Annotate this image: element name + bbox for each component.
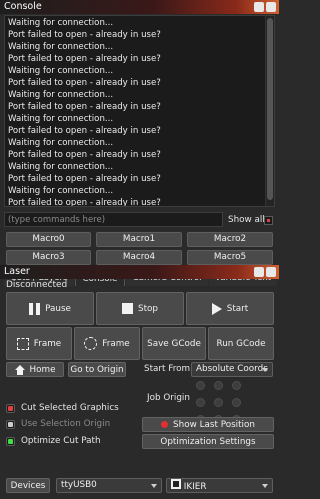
console-line: Waiting for connection... bbox=[8, 42, 114, 52]
connection-status: Disconnected bbox=[6, 280, 68, 290]
laser-titlebar: Laser bbox=[0, 265, 279, 279]
start-icon bbox=[211, 302, 222, 315]
port-value: ttyUSB0 bbox=[61, 480, 97, 490]
float-icon[interactable] bbox=[254, 2, 264, 12]
macro5-button[interactable]: Macro5 bbox=[187, 250, 273, 265]
macro3-button[interactable]: Macro3 bbox=[6, 250, 91, 265]
console-title: Console bbox=[4, 1, 42, 12]
home-label: Home bbox=[29, 364, 56, 375]
origin-middle-left[interactable] bbox=[196, 398, 205, 407]
show-all-checkbox[interactable] bbox=[264, 216, 273, 225]
frame-circle-button[interactable]: Frame bbox=[74, 327, 140, 360]
use-selection-origin-row[interactable]: Use Selection Origin bbox=[6, 418, 110, 430]
laser-title: Laser bbox=[4, 266, 30, 277]
pause-icon bbox=[29, 302, 41, 315]
console-line: Port failed to open - already in use? bbox=[8, 30, 161, 40]
home-icon bbox=[14, 364, 25, 375]
optimization-settings-button[interactable]: Optimization Settings bbox=[142, 434, 274, 449]
frame-circle-label: Frame bbox=[102, 338, 130, 349]
console-line: Waiting for connection... bbox=[8, 18, 114, 28]
console-output[interactable]: Waiting for connection... Port failed to… bbox=[4, 15, 275, 207]
console-line: Port failed to open - already in use? bbox=[8, 150, 161, 160]
machine-select[interactable]: IKIER bbox=[166, 478, 273, 493]
float-icon[interactable] bbox=[254, 267, 264, 277]
console-scrollbar-thumb[interactable] bbox=[267, 18, 273, 200]
port-select[interactable]: ttyUSB0 bbox=[56, 478, 162, 493]
frame-rect-button[interactable]: Frame bbox=[6, 327, 72, 360]
console-line: Waiting for connection... bbox=[8, 114, 114, 124]
console-lines: Waiting for connection... Port failed to… bbox=[8, 17, 266, 207]
pause-label: Pause bbox=[45, 303, 71, 314]
console-line: Port failed to open - already in use? bbox=[8, 102, 161, 112]
use-selection-origin-label: Use Selection Origin bbox=[21, 419, 111, 429]
job-origin-label: Job Origin bbox=[147, 393, 190, 403]
show-last-position-label: Show Last Position bbox=[173, 419, 255, 430]
console-line: Waiting for connection... bbox=[8, 90, 114, 100]
close-icon[interactable] bbox=[266, 267, 276, 277]
laser-window-buttons bbox=[254, 267, 276, 277]
console-panel: Console Waiting for connection... Port f… bbox=[0, 0, 279, 265]
origin-top-right[interactable] bbox=[232, 381, 241, 390]
macro2-button[interactable]: Macro2 bbox=[187, 232, 273, 247]
start-from-value: Absolute Coords bbox=[196, 364, 268, 374]
home-button[interactable]: Home bbox=[6, 362, 64, 377]
console-line: Waiting for connection... bbox=[8, 186, 114, 196]
start-label: Start bbox=[226, 303, 249, 314]
show-last-position-button[interactable]: Show Last Position bbox=[142, 417, 274, 432]
console-line: Port failed to open - already in use? bbox=[8, 198, 161, 207]
frame-circle-icon bbox=[84, 337, 98, 350]
save-gcode-button[interactable]: Save GCode bbox=[142, 327, 206, 360]
macro4-button[interactable]: Macro4 bbox=[96, 250, 182, 265]
pause-button[interactable]: Pause bbox=[6, 292, 94, 325]
console-scrollbar[interactable] bbox=[265, 16, 274, 206]
macro1-button[interactable]: Macro1 bbox=[96, 232, 182, 247]
devices-button[interactable]: Devices bbox=[6, 478, 50, 493]
position-marker-icon bbox=[161, 421, 169, 428]
machine-value: IKIER bbox=[183, 482, 207, 492]
stop-icon bbox=[122, 303, 133, 314]
frame-rect-label: Frame bbox=[33, 338, 62, 349]
chevron-down-icon bbox=[262, 484, 268, 488]
start-button[interactable]: Start bbox=[186, 292, 274, 325]
origin-center[interactable] bbox=[214, 398, 223, 407]
origin-top-left[interactable] bbox=[196, 381, 205, 390]
close-icon[interactable] bbox=[266, 2, 276, 12]
use-selection-origin-checkbox[interactable] bbox=[6, 419, 15, 429]
console-line: Port failed to open - already in use? bbox=[8, 174, 161, 184]
go-to-origin-button[interactable]: Go to Origin bbox=[68, 362, 126, 377]
command-input[interactable] bbox=[4, 212, 223, 227]
console-window-buttons bbox=[254, 2, 276, 12]
chevron-down-icon bbox=[262, 368, 268, 372]
start-from-select[interactable]: Absolute Coords bbox=[191, 362, 273, 377]
start-from-label: Start From: bbox=[144, 364, 194, 374]
frame-rectangle-icon bbox=[16, 337, 29, 350]
origin-top-center[interactable] bbox=[214, 381, 223, 390]
optimize-cut-path-label: Optimize Cut Path bbox=[21, 436, 101, 446]
origin-middle-right[interactable] bbox=[232, 398, 241, 407]
console-line: Waiting for connection... bbox=[8, 66, 114, 76]
console-line: Waiting for connection... bbox=[8, 138, 114, 148]
console-line: Waiting for connection... bbox=[8, 162, 114, 172]
stop-button[interactable]: Stop bbox=[96, 292, 184, 325]
chevron-down-icon bbox=[151, 484, 157, 488]
machine-logo-icon bbox=[171, 479, 181, 489]
run-gcode-button[interactable]: Run GCode bbox=[208, 327, 274, 360]
cut-selected-checkbox[interactable] bbox=[6, 403, 15, 413]
optimize-cut-path-checkbox[interactable] bbox=[6, 436, 15, 446]
cut-selected-row[interactable]: Cut Selected Graphics bbox=[6, 402, 119, 414]
console-line: Port failed to open - already in use? bbox=[8, 126, 161, 136]
console-line: Port failed to open - already in use? bbox=[8, 78, 161, 88]
console-titlebar: Console bbox=[0, 0, 279, 14]
cut-selected-label: Cut Selected Graphics bbox=[21, 403, 119, 413]
show-all-label: Show all bbox=[228, 215, 265, 225]
stop-label: Stop bbox=[138, 303, 158, 314]
optimize-cut-path-row[interactable]: Optimize Cut Path bbox=[6, 435, 101, 447]
macro0-button[interactable]: Macro0 bbox=[6, 232, 91, 247]
console-line: Port failed to open - already in use? bbox=[8, 54, 161, 64]
